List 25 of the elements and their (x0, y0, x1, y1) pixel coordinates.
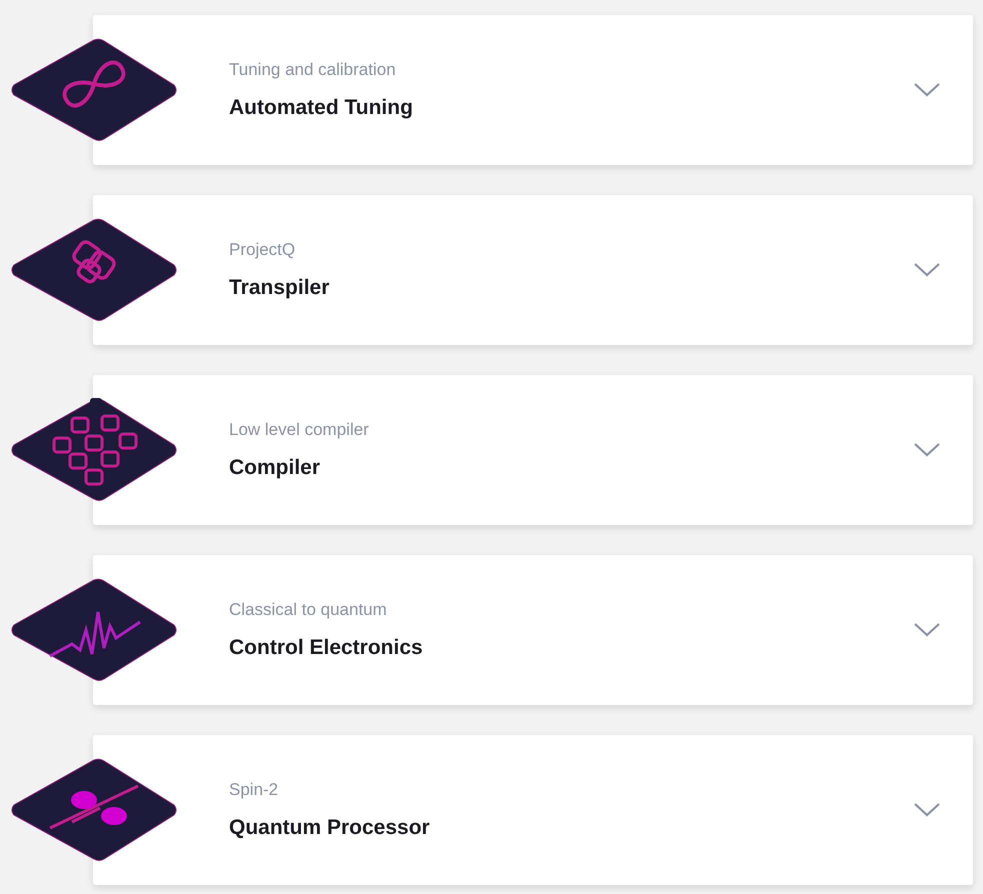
item-title: Control Electronics (229, 635, 424, 661)
item-title: Transpiler (229, 275, 330, 301)
item-title: Compiler (229, 455, 322, 481)
item-subtitle: Tuning and calibration (229, 58, 397, 80)
item-subtitle: Low level compiler (229, 418, 370, 440)
qubit-tile-icon (10, 758, 178, 862)
accordion-item[interactable]: Low level compiler Compiler (93, 375, 973, 525)
item-subtitle: ProjectQ (229, 238, 296, 260)
chevron-icon[interactable] (913, 802, 941, 818)
knot-tile-icon (10, 218, 178, 322)
chevron-icon[interactable] (913, 262, 941, 278)
chevron-icon[interactable] (913, 82, 941, 98)
accordion-item[interactable]: Classical to quantum Control Electronics (93, 555, 973, 705)
item-title: Automated Tuning (229, 95, 414, 121)
infinity-tile-icon (10, 38, 178, 142)
item-title: Quantum Processor (229, 815, 431, 841)
accordion-item[interactable]: Tuning and calibration Automated Tuning (93, 15, 973, 165)
accordion-item[interactable]: Spin-2 Quantum Processor (93, 735, 973, 885)
accordion-item[interactable]: ProjectQ Transpiler (93, 195, 973, 345)
chevron-icon[interactable] (913, 622, 941, 638)
waveform-tile-icon (10, 578, 178, 682)
chevron-icon[interactable] (913, 442, 941, 458)
item-subtitle: Spin-2 (229, 778, 280, 800)
item-subtitle: Classical to quantum (229, 598, 388, 620)
grid-tile-icon (10, 398, 178, 502)
